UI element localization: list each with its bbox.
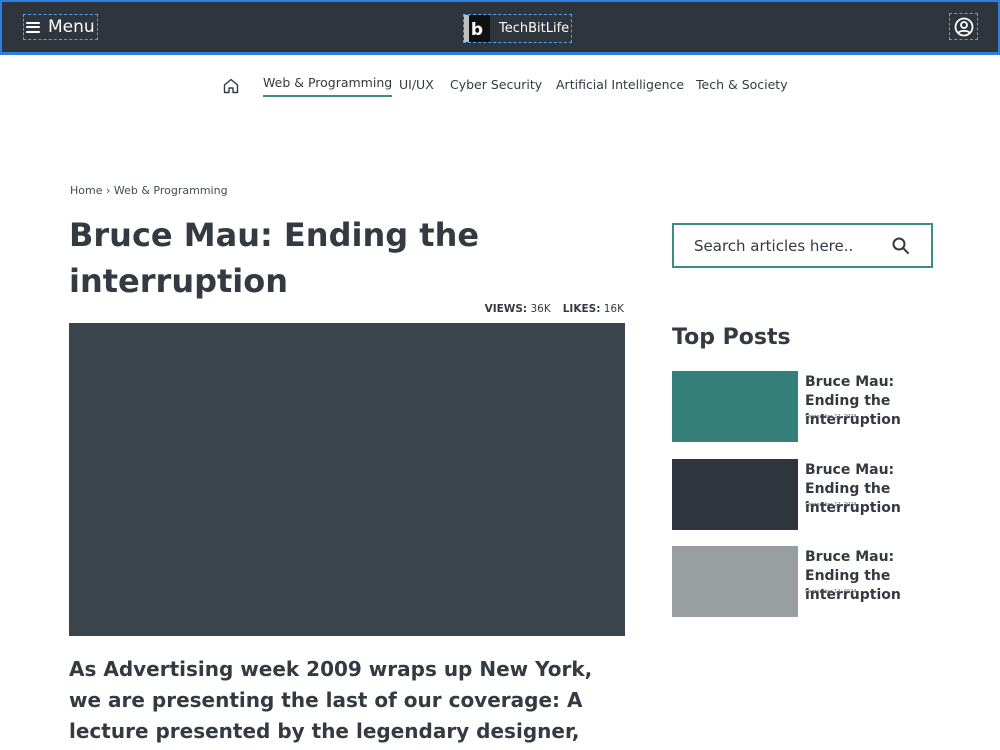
category-nav: Web & Programming UI/UX Cyber Security A… xyxy=(0,70,1000,100)
post-title[interactable]: Bruce Mau: Ending the interruption xyxy=(805,461,945,518)
nav-item-web-programming[interactable]: Web & Programming xyxy=(263,75,393,97)
post-date: September 12, 2024 xyxy=(805,589,857,595)
post-title[interactable]: Bruce Mau: Ending the interruption xyxy=(805,373,945,430)
post-thumbnail xyxy=(672,371,798,442)
home-icon[interactable] xyxy=(222,77,240,95)
logo-text: TechBitLife xyxy=(499,21,570,36)
top-post-item[interactable]: Bruce Mau: Ending the interruption Septe… xyxy=(672,371,942,442)
user-account-button[interactable] xyxy=(949,13,978,40)
site-logo[interactable]: b TechBitLife xyxy=(463,14,573,43)
nav-item-cyber-security[interactable]: Cyber Security xyxy=(450,77,542,92)
post-thumbnail xyxy=(672,546,798,617)
nav-item-tech-society[interactable]: Tech & Society xyxy=(696,77,788,92)
post-thumbnail xyxy=(672,459,798,530)
search-input[interactable] xyxy=(694,236,879,255)
top-header: Menu b TechBitLife xyxy=(0,0,1000,55)
user-circle-icon xyxy=(954,17,973,36)
views-stat: VIEWS: 36K xyxy=(485,303,551,315)
likes-stat: LIKES: 16K xyxy=(563,303,624,315)
top-post-item[interactable]: Bruce Mau: Ending the interruption Septe… xyxy=(672,546,942,617)
menu-button[interactable]: Menu xyxy=(23,14,98,40)
views-value: 36K xyxy=(530,303,551,315)
search-box xyxy=(672,223,933,268)
hamburger-icon xyxy=(26,21,40,33)
top-posts-heading: Top Posts xyxy=(672,325,791,350)
article-lead: As Advertising week 2009 wraps up New Yo… xyxy=(69,657,593,743)
nav-item-ui-ux[interactable]: UI/UX xyxy=(399,77,434,92)
search-icon[interactable] xyxy=(891,236,911,256)
likes-label: LIKES: xyxy=(562,303,601,315)
likes-value: 16K xyxy=(603,303,624,315)
views-label: VIEWS: xyxy=(484,303,528,315)
logo-mark: b xyxy=(464,15,490,42)
article-title: Bruce Mau: Ending the interruption xyxy=(69,216,480,300)
hero-image xyxy=(69,323,625,636)
nav-item-artificial-intelligence[interactable]: Artificial Intelligence xyxy=(556,77,684,92)
breadcrumb[interactable]: Home › Web & Programming xyxy=(70,184,228,197)
article-stats: VIEWS: 36K LIKES: 16K xyxy=(485,303,624,315)
post-title[interactable]: Bruce Mau: Ending the interruption xyxy=(805,548,945,605)
post-date: September 12, 2024 xyxy=(805,414,857,420)
top-post-item[interactable]: Bruce Mau: Ending the interruption Septe… xyxy=(672,459,942,530)
menu-label: Menu xyxy=(48,17,95,37)
post-date: September 12, 2024 xyxy=(805,502,857,508)
